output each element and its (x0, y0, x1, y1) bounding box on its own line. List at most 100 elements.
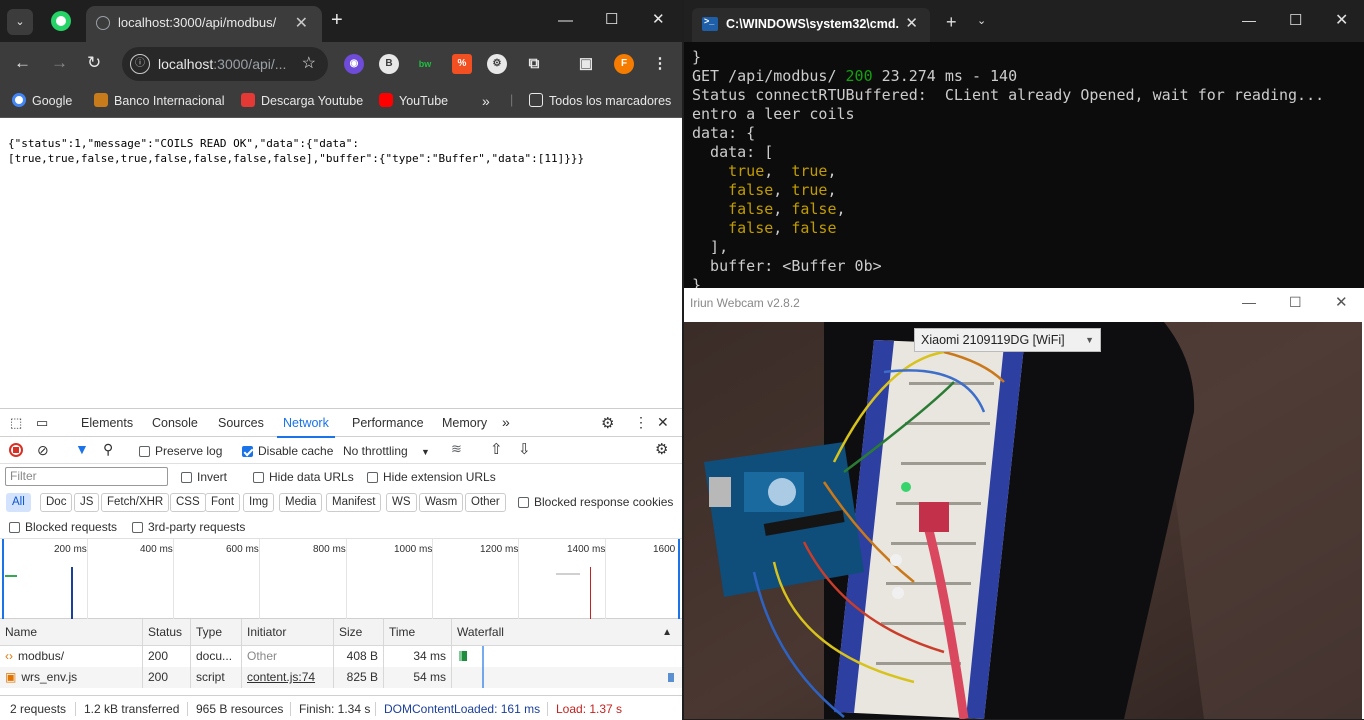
column-initiator[interactable]: Initiator (242, 619, 334, 646)
chip-wasm[interactable]: Wasm (419, 493, 464, 512)
bookmark-youtube[interactable]: YouTube (379, 93, 448, 108)
forward-button[interactable]: → (51, 53, 68, 73)
bookmark-google[interactable]: Google (12, 93, 72, 108)
bookmark-banco-internacional[interactable]: Banco Internacional (94, 93, 225, 108)
extension-b-icon[interactable]: B (379, 54, 399, 74)
import-har-icon[interactable]: ⇧ (490, 440, 503, 458)
network-settings-icon[interactable]: ⚙ (655, 440, 668, 458)
menu-kebab-icon[interactable]: ⋮ (650, 54, 670, 74)
third-party-requests-checkbox[interactable]: 3rd-party requests (132, 520, 245, 534)
site-info-icon[interactable]: ⓘ (130, 54, 150, 74)
terminal-maximize-icon[interactable]: ☐ (1289, 11, 1302, 29)
profile-avatar[interactable]: F (614, 54, 634, 74)
terminal-dropdown-chevron-icon[interactable]: ⌄ (977, 14, 986, 27)
chip-css[interactable]: CSS (170, 493, 206, 512)
column-name[interactable]: Name (0, 619, 143, 646)
timeline-selection-handle-left[interactable] (2, 539, 4, 619)
column-waterfall[interactable]: Waterfall ▲ (452, 619, 682, 646)
extensions-puzzle-icon[interactable]: ⧉ (524, 54, 544, 74)
back-button[interactable]: ← (14, 53, 31, 73)
network-conditions-icon[interactable]: ≋ (451, 441, 462, 457)
clear-icon[interactable]: ⊘ (37, 442, 49, 459)
webcam-video-feed: Xiaomi 2109119DG [WiFi] ▼ (684, 322, 1362, 719)
column-time[interactable]: Time (384, 619, 452, 646)
close-terminal-tab-icon[interactable]: ✕ (905, 14, 918, 32)
bookmark-all-folder[interactable]: Todos los marcadores (529, 93, 671, 108)
filter-funnel-icon[interactable]: ▼ (75, 441, 89, 457)
extension-bw-icon[interactable]: bw (415, 54, 435, 74)
address-bar[interactable]: ⓘ localhost:3000/api/... ☆ (122, 47, 328, 81)
network-overview-timeline[interactable]: 200 ms 400 ms 600 ms 800 ms 1000 ms 1200… (0, 539, 682, 619)
extension-gear-icon[interactable]: ⚙ (487, 54, 507, 74)
maximize-icon[interactable]: ☐ (605, 10, 618, 28)
preserve-log-checkbox[interactable]: Preserve log (139, 444, 222, 458)
column-type[interactable]: Type (191, 619, 242, 646)
chip-other[interactable]: Other (465, 493, 506, 512)
tab-performance[interactable]: Performance (352, 416, 424, 430)
throttling-select[interactable]: No throttling ▼ (343, 444, 430, 458)
column-size[interactable]: Size (334, 619, 384, 646)
new-terminal-tab-button[interactable]: + (946, 12, 957, 33)
chip-img[interactable]: Img (243, 493, 275, 512)
device-toolbar-icon[interactable]: ▭ (36, 415, 48, 431)
terminal-tab[interactable]: C:\WINDOWS\system32\cmd. ✕ (692, 8, 930, 42)
new-tab-button[interactable]: + (331, 9, 343, 32)
minimize-icon[interactable]: — (558, 12, 573, 29)
close-devtools-icon[interactable]: ✕ (657, 414, 669, 431)
extension-firefox-icon[interactable]: ◉ (344, 54, 364, 74)
chip-font[interactable]: Font (205, 493, 241, 512)
filter-input[interactable]: Filter (5, 467, 168, 486)
terminal-minimize-icon[interactable]: — (1242, 12, 1256, 28)
terminal-output[interactable]: } GET /api/modbus/ 200 23.274 ms - 140 S… (692, 48, 1360, 288)
tab-network[interactable]: Network (277, 416, 335, 438)
more-tabs-chevron-icon[interactable]: » (502, 414, 510, 430)
hide-data-urls-checkbox[interactable]: Hide data URLs (253, 470, 354, 484)
bookmark-star-icon[interactable]: ☆ (302, 53, 316, 73)
table-row[interactable]: ▣ wrs_env.js 200 script content.js:74 825… (0, 667, 682, 688)
blocked-response-cookies-checkbox[interactable]: Blocked response cookies (518, 495, 673, 509)
tab-sources[interactable]: Sources (218, 416, 264, 430)
blocked-requests-checkbox[interactable]: Blocked requests (9, 520, 117, 534)
chip-manifest[interactable]: Manifest (326, 493, 382, 512)
chip-js[interactable]: JS (74, 493, 100, 512)
tab-elements[interactable]: Elements (81, 416, 133, 430)
chip-media[interactable]: Media (279, 493, 323, 512)
export-har-icon[interactable]: ⇩ (518, 440, 531, 458)
webcam-close-icon[interactable]: ✕ (1335, 293, 1348, 311)
hide-extension-urls-checkbox[interactable]: Hide extension URLs (367, 470, 496, 484)
settings-gear-icon[interactable]: ⚙ (601, 414, 614, 432)
side-panel-icon[interactable]: ▣ (576, 54, 596, 74)
chip-fetch-xhr[interactable]: Fetch/XHR (101, 493, 170, 512)
close-window-icon[interactable]: ✕ (652, 10, 665, 28)
bookmark-descarga-youtube[interactable]: Descarga Youtube (241, 93, 363, 108)
whatsapp-tab-icon[interactable] (51, 11, 71, 31)
invert-checkbox[interactable]: Invert (181, 470, 227, 484)
disable-cache-checkbox[interactable]: Disable cache (242, 444, 333, 458)
request-initiator-link[interactable]: content.js:74 (242, 667, 334, 688)
terminal-close-icon[interactable]: ✕ (1335, 10, 1348, 30)
record-stop-icon[interactable] (9, 443, 23, 457)
active-tab[interactable]: localhost:3000/api/modbus/ ✕ (86, 6, 322, 42)
table-row[interactable]: ‹› modbus/ 200 docu... Other 408 B 34 ms (0, 646, 682, 667)
tab-search-button[interactable]: ⌄ (7, 9, 33, 35)
search-icon[interactable]: ⚲ (103, 441, 113, 458)
chip-ws[interactable]: WS (386, 493, 417, 512)
more-bookmarks-chevron-icon[interactable]: » (482, 93, 490, 109)
chip-all[interactable]: All (6, 493, 31, 512)
device-select[interactable]: Xiaomi 2109119DG [WiFi] ▼ (914, 328, 1101, 352)
close-tab-icon[interactable]: ✕ (295, 13, 308, 33)
webcam-minimize-icon[interactable]: — (1242, 294, 1256, 310)
tab-console[interactable]: Console (152, 416, 198, 430)
inspect-element-icon[interactable]: ⬚ (10, 415, 22, 431)
tab-memory[interactable]: Memory (442, 416, 487, 430)
devtools-menu-icon[interactable]: ⋮ (634, 414, 648, 431)
extension-percent-icon[interactable]: % (452, 54, 472, 74)
column-status[interactable]: Status (143, 619, 191, 646)
timeline-selection-handle-right[interactable] (678, 539, 680, 619)
chip-doc[interactable]: Doc (40, 493, 73, 512)
reload-button[interactable]: ↻ (87, 53, 101, 73)
request-name[interactable]: ‹› modbus/ (0, 646, 143, 667)
request-name[interactable]: ▣ wrs_env.js (0, 667, 143, 688)
webcam-maximize-icon[interactable]: ☐ (1289, 294, 1302, 311)
url-text[interactable]: localhost:3000/api/... (158, 56, 286, 72)
